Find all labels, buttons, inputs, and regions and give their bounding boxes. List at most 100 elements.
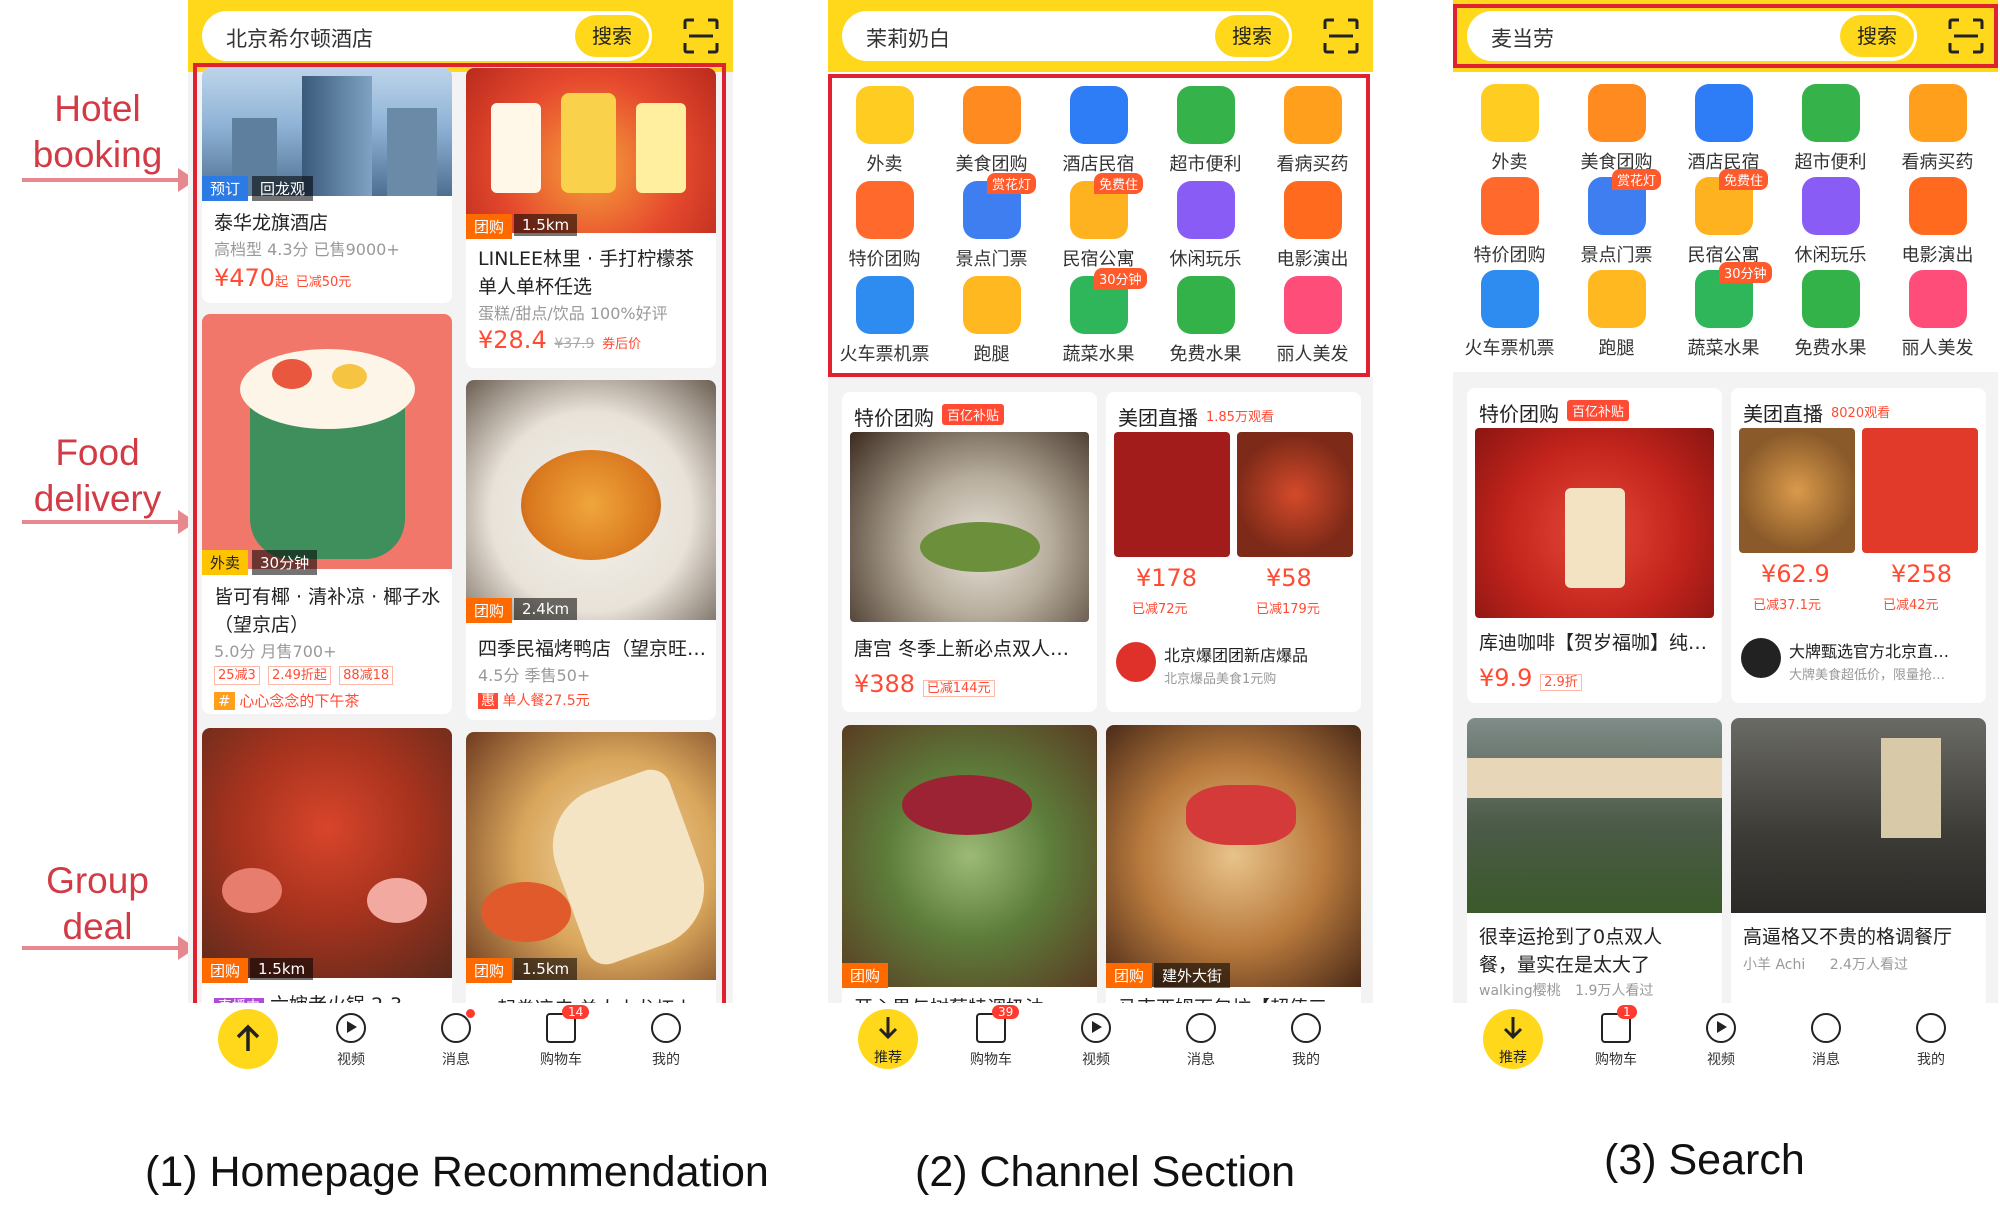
- tab-label: 我的: [652, 1052, 680, 1068]
- subsidy-tag: 百亿补贴: [942, 404, 1005, 425]
- shop-name: 大牌甄选官方北京直…: [1789, 642, 1950, 661]
- group-badge: 团购: [1106, 963, 1153, 988]
- category-takeout[interactable]: 外卖: [1455, 84, 1564, 174]
- tab-cart[interactable]: 39 购物车: [946, 1005, 1036, 1069]
- discount-deal-section[interactable]: 特价团购 百亿补贴 库迪咖啡【贺岁福咖】纯… ¥9.9 2.9折: [1467, 388, 1722, 703]
- tab-recommend[interactable]: 推荐: [1483, 1009, 1543, 1069]
- back-to-top-button[interactable]: [218, 1009, 278, 1069]
- subsidy-tag: 百亿补贴: [1567, 400, 1630, 421]
- category-fun[interactable]: 休闲玩乐: [1776, 177, 1885, 267]
- top-bar: 北京希尔顿酒店 搜索: [188, 0, 733, 72]
- feed-card[interactable]: 很幸运抢到了0点双人 餐，量实在是太大了 walking樱桃 1.9万人看过: [1467, 718, 1722, 1008]
- scan-icon[interactable]: [683, 18, 719, 54]
- tab-me[interactable]: 我的: [621, 1013, 711, 1069]
- category-beauty[interactable]: 丽人美发: [1883, 270, 1992, 360]
- discount-icon: [1480, 177, 1539, 235]
- tab-cart[interactable]: 14 购物车: [516, 1005, 606, 1069]
- live-price-1: ¥62.9: [1761, 560, 1830, 588]
- food-delivery-label-line1: Food: [55, 432, 140, 473]
- tab-label: 视频: [337, 1052, 365, 1068]
- tab-messages[interactable]: 消息: [411, 1009, 501, 1069]
- tab-label: 购物车: [540, 1052, 582, 1068]
- category-movie[interactable]: 电影演出: [1883, 177, 1992, 267]
- tab-recommend[interactable]: 推荐: [858, 1009, 918, 1069]
- search-box[interactable]: 茉莉奶白 搜索: [842, 11, 1292, 61]
- section-title: 美团直播: [1118, 406, 1198, 430]
- live-discount-2: 已减179元: [1256, 602, 1320, 617]
- phone-homepage: 北京希尔顿酒店 搜索 预订 回龙观 泰华龙旗酒店 高档型 4.3分 已售9000…: [188, 0, 733, 1085]
- viewers-tag: 1.85万观看: [1206, 410, 1274, 425]
- phone-search: 麦当劳 搜索 外卖 美食团购 酒店民宿 超市便利 看病买药 特价团购 赏花灯 景点门票 免费住民…: [1453, 0, 1998, 1085]
- category-food-deal[interactable]: 美食团购: [1562, 84, 1671, 174]
- search-input[interactable]: 茉莉奶白: [866, 23, 950, 53]
- medicine-icon: [1908, 84, 1967, 142]
- food-delivery-label: Food delivery: [10, 430, 185, 522]
- tab-video[interactable]: 视频: [1051, 1013, 1141, 1069]
- category-label: 蔬菜水果: [1687, 338, 1760, 359]
- message-icon: [1186, 1013, 1216, 1043]
- coffee-photo: [1475, 428, 1714, 618]
- caption-search: (3) Search: [1604, 1136, 1805, 1184]
- hotel-booking-label: Hotel booking: [10, 86, 185, 178]
- tab-video[interactable]: 视频: [1676, 1013, 1766, 1069]
- category-label: 看病买药: [1901, 152, 1974, 173]
- fun-icon: [1801, 177, 1860, 235]
- category-label: 电影演出: [1901, 245, 1974, 266]
- category-ticket[interactable]: 赏花灯 景点门票: [1562, 169, 1671, 267]
- tab-messages[interactable]: 消息: [1781, 1013, 1871, 1069]
- scan-icon[interactable]: [1323, 18, 1359, 54]
- food-delivery-arrow: [22, 510, 196, 534]
- tab-messages[interactable]: 消息: [1156, 1013, 1246, 1069]
- category-errand[interactable]: 跑腿: [1562, 270, 1671, 360]
- category-hotel[interactable]: 酒店民宿: [1669, 84, 1778, 174]
- search-input[interactable]: 北京希尔顿酒店: [226, 23, 373, 53]
- tab-me[interactable]: 我的: [1886, 1013, 1976, 1069]
- cart-count: 14: [562, 1005, 590, 1019]
- category-vegetable[interactable]: 30分钟 蔬菜水果: [1669, 262, 1778, 360]
- tab-label: 购物车: [970, 1052, 1012, 1068]
- top-bar: 茉莉奶白 搜索: [828, 0, 1373, 72]
- author-name: 小羊 Achi: [1743, 957, 1806, 973]
- takeout-icon: [1480, 84, 1539, 142]
- tab-bar: 视频 消息 14 购物车 我的: [188, 1003, 733, 1085]
- profile-icon: [651, 1013, 681, 1043]
- section-title: 美团直播: [1743, 402, 1823, 426]
- feed-title-line2: 餐，量实在是太大了: [1479, 954, 1651, 976]
- category-label: 跑腿: [1598, 338, 1635, 359]
- feed-card[interactable]: 团购 建外大街 马克西姆面包坊【超值三: [1106, 725, 1361, 1015]
- category-free-fruit[interactable]: 免费水果: [1776, 270, 1885, 360]
- search-box[interactable]: 北京希尔顿酒店 搜索: [202, 11, 652, 61]
- profile-icon: [1916, 1013, 1946, 1043]
- phone-channel: 茉莉奶白 搜索 外卖 美食团购 酒店民宿 超市便利 看病买药 特价团购 赏花灯 景点门票 免费住…: [828, 0, 1373, 1085]
- video-icon: [1706, 1013, 1736, 1043]
- live-price-2: ¥58: [1266, 564, 1312, 592]
- live-stream-section[interactable]: 美团直播 1.85万观看 ¥178 已减72元 ¥58 已减179元 北京爆团团…: [1106, 392, 1361, 712]
- search-button[interactable]: 搜索: [575, 15, 649, 57]
- category-train[interactable]: 火车票机票: [1455, 270, 1564, 360]
- tab-me[interactable]: 我的: [1261, 1013, 1351, 1069]
- deal-price: ¥388 已减144元: [854, 670, 995, 698]
- category-apartment[interactable]: 免费住 民宿公寓: [1669, 169, 1778, 267]
- search-button[interactable]: 搜索: [1215, 15, 1289, 57]
- cake-photo: [842, 725, 1097, 987]
- feed-card[interactable]: 高逼格又不贵的格调餐厅 小羊 Achi 2.4万人看过: [1731, 718, 1986, 1008]
- shop-name: 北京爆团团新店爆品: [1164, 646, 1309, 665]
- figure: Hotel booking Food delivery Group deal 北…: [0, 0, 2000, 1220]
- fish-dish-photo: [850, 432, 1089, 622]
- category-tag: 赏花灯: [1612, 169, 1662, 190]
- author-name: walking樱桃: [1479, 983, 1561, 999]
- shop-subtitle: 北京爆品美食1元购: [1164, 672, 1277, 687]
- category-supermarket[interactable]: 超市便利: [1776, 84, 1885, 174]
- train-icon: [1480, 270, 1539, 328]
- category-discount[interactable]: 特价团购: [1455, 177, 1564, 267]
- discount-deal-section[interactable]: 特价团购 百亿补贴 唐宫 冬季上新必点双人… ¥388 已减144元: [842, 392, 1097, 712]
- category-medicine[interactable]: 看病买药: [1883, 84, 1992, 174]
- live-discount-1: 已减72元: [1132, 602, 1188, 617]
- viewers-tag: 8020观看: [1831, 406, 1891, 421]
- tab-video[interactable]: 视频: [306, 1013, 396, 1069]
- group-deal-arrow: [22, 936, 196, 960]
- feed-card[interactable]: 团购 开心果与树莓特调奶油: [842, 725, 1097, 1015]
- tab-cart[interactable]: 1 购物车: [1571, 1005, 1661, 1069]
- arrow-down-icon: [1503, 1017, 1523, 1040]
- live-stream-section[interactable]: 美团直播 8020观看 ¥62.9 已减37.1元 ¥258 已减42元 大牌甄…: [1731, 388, 1986, 703]
